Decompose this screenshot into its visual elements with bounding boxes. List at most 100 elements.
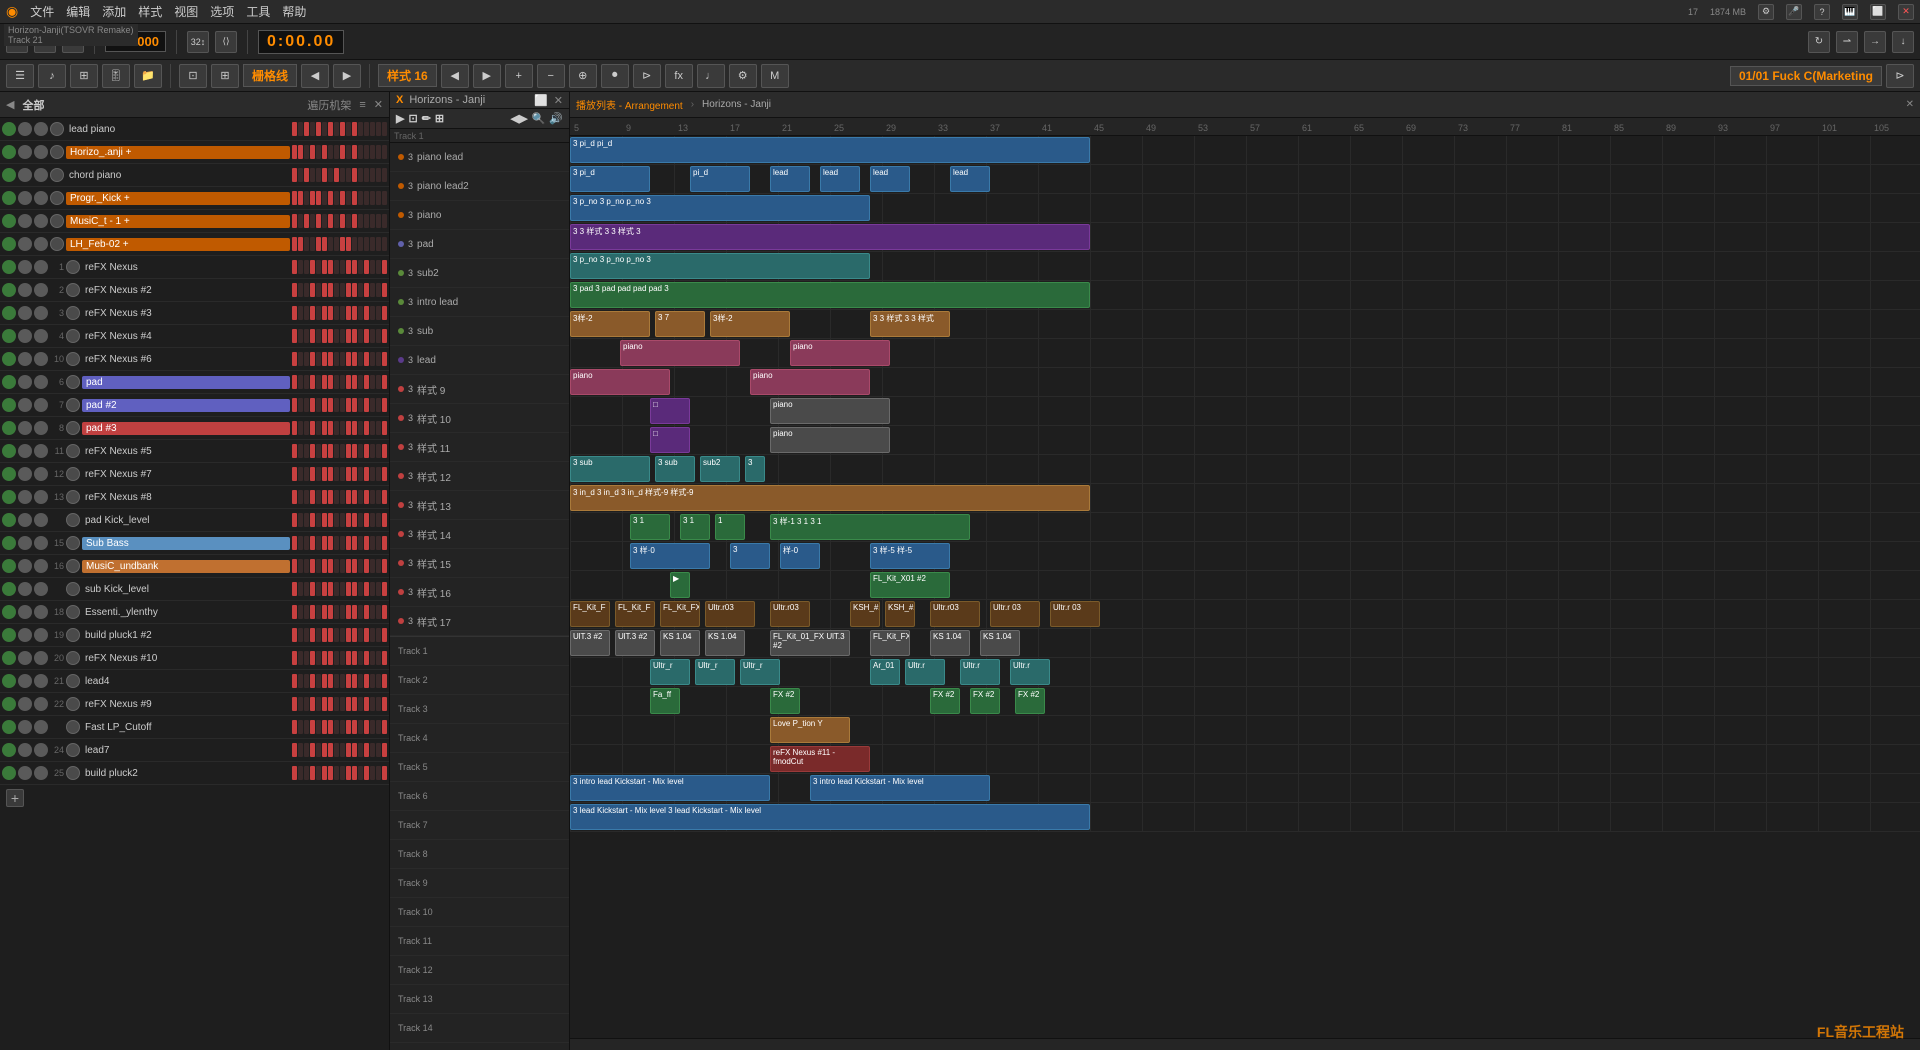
ch-name-dyn-10[interactable]: reFX Nexus #8 xyxy=(82,492,290,503)
clip-8-1[interactable]: piano xyxy=(750,369,870,395)
arr-row-16[interactable]: ▶FL_Kit_X01 #2 xyxy=(570,571,1920,600)
clip-16-5[interactable]: KSH_#2 xyxy=(850,601,880,627)
snap-btn[interactable]: ⊡ xyxy=(179,64,207,88)
arr-row-19[interactable]: Ultr_rUltr_rUltr_rAr_01Ultr.rUltr.rUltr.… xyxy=(570,658,1920,687)
pattern-label-6[interactable]: 3sub xyxy=(390,317,569,346)
track-label-6[interactable]: Track 6 xyxy=(390,782,569,811)
playlist-close[interactable]: ✕ xyxy=(554,94,563,107)
loop-btn[interactable]: ↻ xyxy=(1808,31,1830,53)
mic-btn[interactable]: 🎤 xyxy=(1786,4,1802,20)
pat-more[interactable]: ⊳ xyxy=(633,64,661,88)
arr-row-10[interactable]: □piano xyxy=(570,397,1920,426)
menu-file[interactable]: 文件 xyxy=(30,3,54,20)
arr-row-3[interactable]: 3 p_no 3 p_no p_no 3 xyxy=(570,194,1920,223)
ch-name-dyn-0[interactable]: reFX Nexus xyxy=(82,262,290,273)
clip-16-3[interactable]: Ultr.r03 xyxy=(705,601,755,627)
ch-name-dyn-17[interactable]: reFX Nexus #10 xyxy=(82,653,290,664)
clip-18-6[interactable]: Ultr.r xyxy=(1010,659,1050,685)
pat-rec[interactable]: ⏺ xyxy=(601,64,629,88)
clip-20-0[interactable]: Love P_tion Y xyxy=(770,717,850,743)
clip-19-4[interactable]: FX #2 xyxy=(1015,688,1045,714)
pat-fx[interactable]: fx xyxy=(665,64,693,88)
clip-16-7[interactable]: Ultr.r03 xyxy=(930,601,980,627)
pattern-prev[interactable]: ◀ xyxy=(441,64,469,88)
pattern-label-12[interactable]: 3样式 13 xyxy=(390,491,569,520)
track-label-2[interactable]: Track 2 xyxy=(390,666,569,695)
pattern-label-7[interactable]: 3lead xyxy=(390,346,569,375)
pattern-label-8[interactable]: 3样式 9 xyxy=(390,375,569,404)
clip-11-3[interactable]: 3 xyxy=(745,456,765,482)
clip-0-0[interactable]: 3 pi_d pi_d xyxy=(570,137,1090,163)
pattern-label-2[interactable]: 3piano xyxy=(390,201,569,230)
arr-tools[interactable]: ⊞ xyxy=(435,112,444,125)
pattern-label-16[interactable]: 3样式 17 xyxy=(390,607,569,636)
track-label-13[interactable]: Track 13 xyxy=(390,985,569,1014)
cr-sort-btn[interactable]: ≡ xyxy=(359,99,365,111)
track-label-15[interactable]: Track 15 xyxy=(390,1043,569,1050)
arr-vol[interactable]: 🔊 xyxy=(549,112,563,125)
pattern-label-0[interactable]: 3piano lead xyxy=(390,143,569,172)
clip-19-1[interactable]: FX #2 xyxy=(770,688,800,714)
clip-1-2[interactable]: lead xyxy=(770,166,810,192)
pat-del[interactable]: − xyxy=(537,64,565,88)
track-label-3[interactable]: Track 3 xyxy=(390,695,569,724)
arr-row-23[interactable]: 3 intro lead Kickstart - Mix level3 intr… xyxy=(570,774,1920,803)
track-label-7[interactable]: Track 7 xyxy=(390,811,569,840)
ch-active-0[interactable] xyxy=(2,122,16,136)
clip-23-0[interactable]: 3 lead Kickstart - Mix level 3 lead Kick… xyxy=(570,804,1090,830)
track-label-12[interactable]: Track 12 xyxy=(390,956,569,985)
arr-pencil[interactable]: ✏ xyxy=(422,112,431,125)
close-top-btn[interactable]: ✕ xyxy=(1898,4,1914,20)
arr-row-12[interactable]: 3 sub3 subsub23 xyxy=(570,455,1920,484)
clip-18-0[interactable]: Ultr_r xyxy=(650,659,690,685)
clip-11-0[interactable]: 3 sub xyxy=(570,456,650,482)
cr-back-btn[interactable]: ◀ xyxy=(6,98,14,111)
clip-6-1[interactable]: 3 7 xyxy=(655,311,705,337)
random-btn[interactable]: ⇀ xyxy=(1836,31,1858,53)
ch-name-dyn-6[interactable]: pad #2 xyxy=(82,399,290,412)
track-label-1[interactable]: Track 1 xyxy=(390,637,569,666)
ch-name-dyn-20[interactable]: Fast LP_Cutoff xyxy=(82,722,290,733)
arr-row-8[interactable]: pianopiano xyxy=(570,339,1920,368)
clip-18-2[interactable]: Ultr_r xyxy=(740,659,780,685)
clip-21-0[interactable]: reFX Nexus #11 - fmodCut xyxy=(770,746,870,772)
ch-name-dyn-4[interactable]: reFX Nexus #6 xyxy=(82,354,290,365)
arr-row-15[interactable]: 3 样·03样-03 样-5 样-5 xyxy=(570,542,1920,571)
clip-14-2[interactable]: 样-0 xyxy=(780,543,820,569)
pattern-next[interactable]: ▶ xyxy=(473,64,501,88)
clip-11-2[interactable]: sub2 xyxy=(700,456,740,482)
ch-name-dyn-15[interactable]: Essenti._ylenthy xyxy=(82,607,290,618)
arr-tracks-area[interactable]: (function() { var container = document.g… xyxy=(570,136,1920,1038)
arr-row-4[interactable]: 3 3 样式 3 3 样式 3 xyxy=(570,223,1920,252)
clip-7-1[interactable]: piano xyxy=(790,340,890,366)
clip-11-1[interactable]: 3 sub xyxy=(655,456,695,482)
clip-17-3[interactable]: KS 1.04 xyxy=(705,630,745,656)
menu-tools[interactable]: 工具 xyxy=(246,3,270,20)
pat-add[interactable]: + xyxy=(505,64,533,88)
ch-active-chord[interactable] xyxy=(2,168,16,182)
time-sig-btn[interactable]: ⟨⟩ xyxy=(215,31,237,53)
ch-name-dyn-16[interactable]: build pluck1 #2 xyxy=(82,630,290,641)
pattern-label-3[interactable]: 3pad xyxy=(390,230,569,259)
ch-name-dyn-13[interactable]: MusiC_undbank xyxy=(82,560,290,573)
arr-row-24[interactable]: 3 lead Kickstart - Mix level 3 lead Kick… xyxy=(570,803,1920,832)
browser-btn[interactable]: 📁 xyxy=(134,64,162,88)
ch-name-chord[interactable]: chord piano xyxy=(66,170,290,181)
pat-cfg[interactable]: ⚙ xyxy=(729,64,757,88)
ch-name-dyn-2[interactable]: reFX Nexus #3 xyxy=(82,308,290,319)
count-btn[interactable]: ↓ xyxy=(1892,31,1914,53)
clip-5-0[interactable]: 3 pad 3 pad pad pad pad 3 xyxy=(570,282,1090,308)
clip-12-0[interactable]: 3 in_d 3 in_d 3 in_d 样式-9 样式-9 xyxy=(570,485,1090,511)
clip-9-0[interactable]: □ xyxy=(650,398,690,424)
arr-snap[interactable]: ⊡ xyxy=(408,112,417,125)
clip-6-0[interactable]: 3样-2 xyxy=(570,311,650,337)
clip-17-1[interactable]: UlT.3 #2 xyxy=(615,630,655,656)
menu-options[interactable]: 选项 xyxy=(210,3,234,20)
clip-18-1[interactable]: Ultr_r xyxy=(695,659,735,685)
ch-name-dyn-22[interactable]: build pluck2 xyxy=(82,768,290,779)
track-label-8[interactable]: Track 8 xyxy=(390,840,569,869)
clip-17-4[interactable]: FL_Kit_01_FX UlT.3 #2 xyxy=(770,630,850,656)
clip-18-4[interactable]: Ultr.r xyxy=(905,659,945,685)
arr-row-2[interactable]: 3 pi_dpi_dleadleadleadlead xyxy=(570,165,1920,194)
arr-row-18[interactable]: UlT.3 #2UlT.3 #2KS 1.04KS 1.04FL_Kit_01_… xyxy=(570,629,1920,658)
